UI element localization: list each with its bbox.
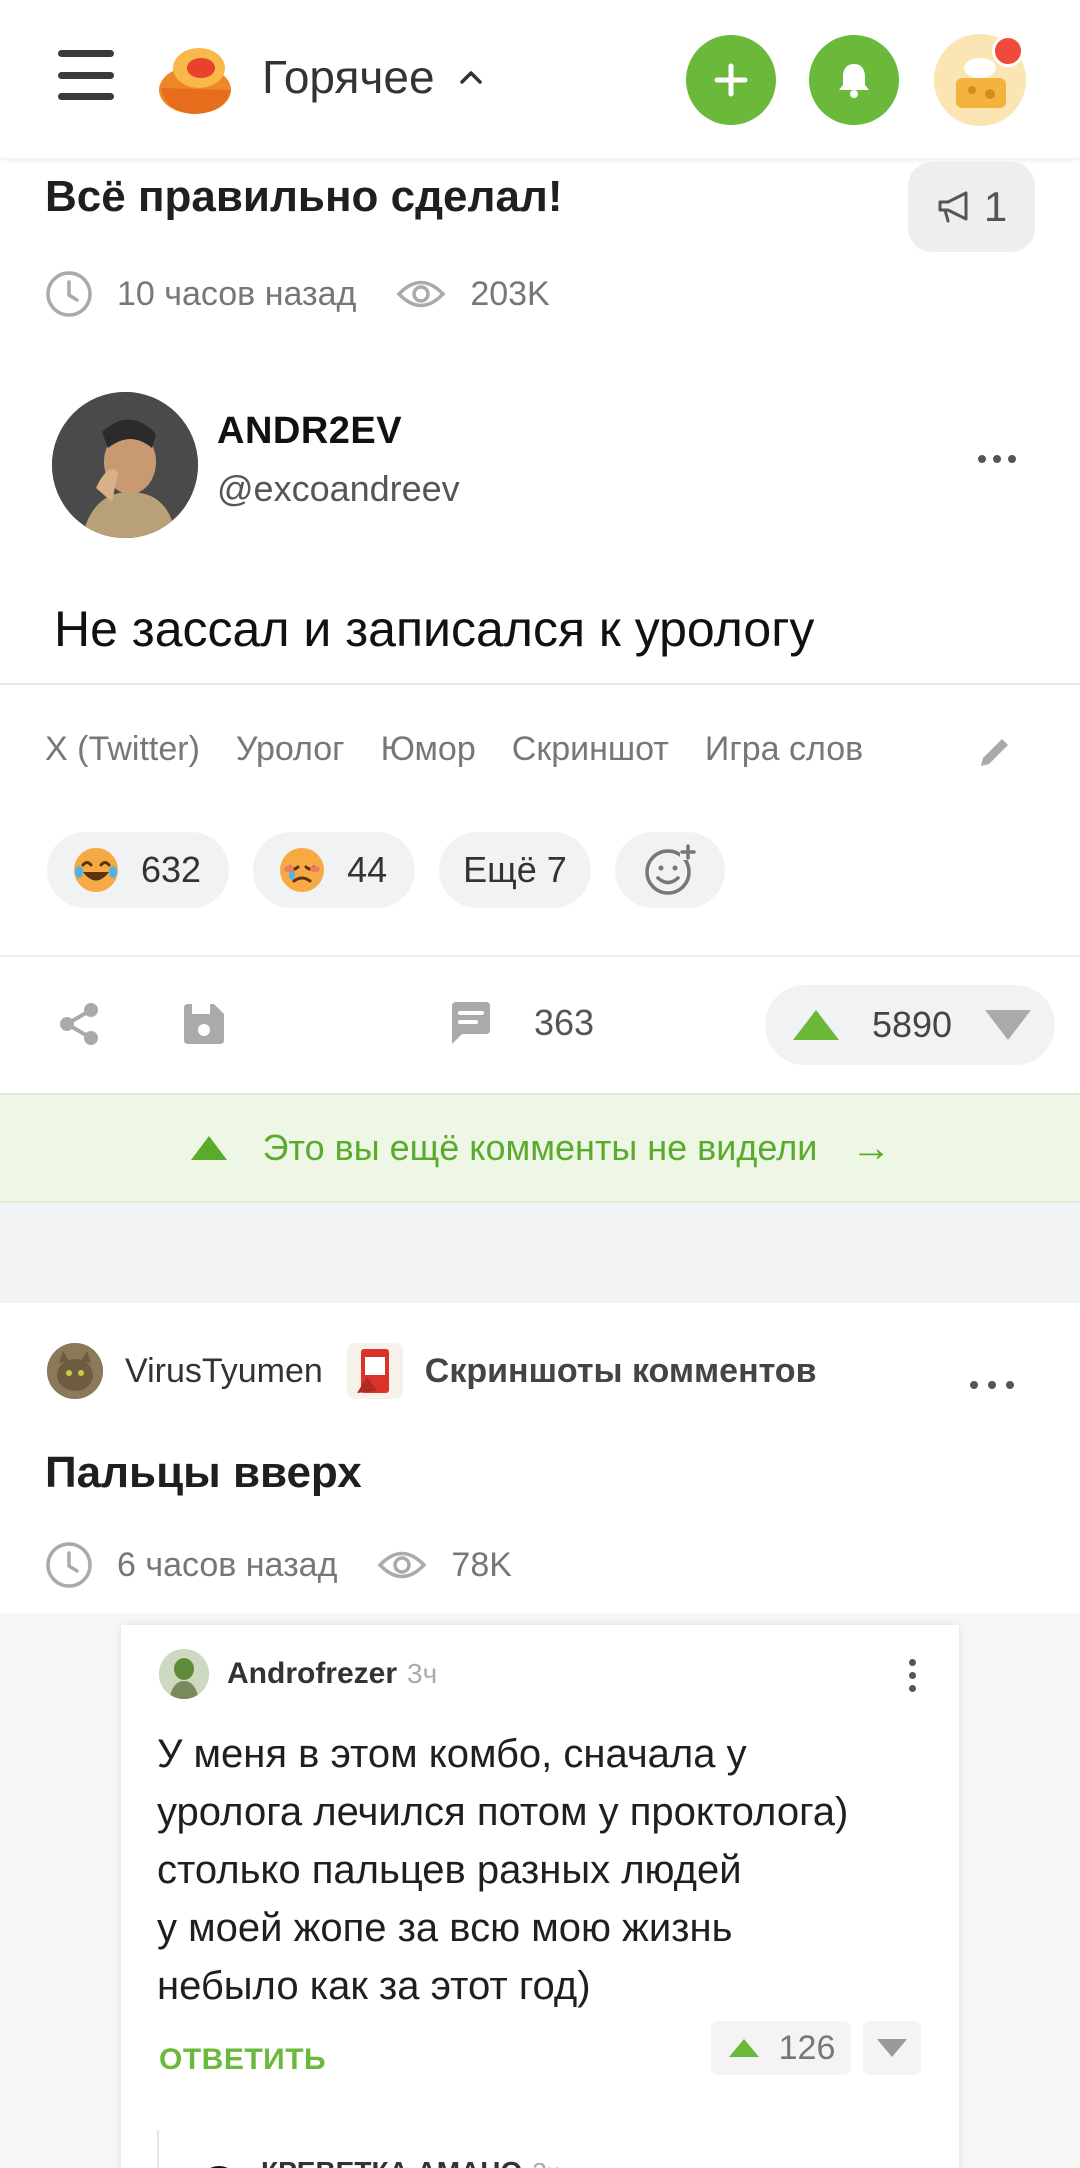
comment-downvote-icon (877, 2039, 907, 2057)
tweet-avatar-image (52, 392, 198, 538)
comment-menu-icon (909, 1659, 916, 1692)
tweet-author-name: ANDR2EV (217, 410, 403, 452)
comment-text: У меня в этом комбо, сначала у уролога л… (157, 1732, 849, 2008)
post-rating: 5890 (765, 985, 1055, 1065)
add-reaction-button[interactable] (614, 832, 725, 908)
bell-icon (839, 64, 869, 98)
comment-icon (452, 1002, 490, 1044)
reaction-laugh[interactable]: 632 (47, 832, 230, 908)
community-name[interactable]: Скриншоты комментов (425, 1352, 817, 1391)
rating-value: 5890 (871, 1004, 953, 1045)
comments-button[interactable]: 363 (448, 1000, 594, 1046)
menu-icon[interactable] (58, 50, 114, 100)
reaction-sad[interactable]: 44 (253, 832, 416, 908)
post-time: 6 часов назад (117, 1545, 338, 1584)
comment-rating-value: 126 (778, 2028, 836, 2067)
post-card: VirusTyumen Скриншоты комментов Пальцы в… (0, 1303, 1080, 2168)
community-avatar-image (346, 1343, 403, 1399)
comment-upvote-icon (728, 2039, 759, 2057)
clock-icon (46, 271, 92, 317)
laughing-emoji-icon (74, 848, 118, 892)
author-name[interactable]: VirusTyumen (125, 1352, 323, 1391)
post-views: 203K (470, 274, 550, 313)
logo-icon[interactable] (155, 40, 235, 120)
comment-screenshot-image[interactable]: Androfrezer 3ч У меня в этом комбо, снача… (121, 1625, 959, 2168)
comment-badge[interactable]: 1 (908, 162, 1035, 252)
megaphone-icon (938, 191, 968, 223)
crying-emoji-icon (280, 848, 325, 892)
comment-reply-label: ОТВЕТИТЬ (159, 2043, 327, 2076)
promo-text: Это вы ещё комменты не видели (262, 1127, 818, 1168)
post-card: Всё правильно сделал! 1 10 часов назад 2… (0, 150, 1080, 1203)
comments-count: 363 (534, 1002, 595, 1043)
reactions-row: 632 44 Ещё 7 (47, 832, 725, 908)
comment-time: 3ч (407, 1658, 438, 1689)
reaction-laugh-count: 632 (141, 849, 202, 890)
comments-promo-banner[interactable]: Это вы ещё комменты не видели → (0, 1093, 1080, 1203)
app-header: Горячее (0, 0, 1080, 158)
reaction-sad-count: 44 (347, 849, 388, 890)
post-author-row: VirusTyumen Скриншоты комментов (47, 1343, 816, 1399)
community-avatar[interactable] (346, 1343, 403, 1399)
tweet-author-handle: @excoandreev (217, 468, 460, 509)
nested-comment-time: 2ч (532, 2157, 560, 2168)
feed-selector[interactable]: Горячее (262, 50, 483, 104)
post-more-icon[interactable] (970, 1381, 1014, 1389)
nested-comment: КРЕВЕТКА.АМАНО2ч (157, 2130, 957, 2168)
plus-icon (714, 63, 748, 97)
save-icon[interactable] (180, 1000, 228, 1048)
up-triangle-icon (190, 1136, 227, 1160)
eye-icon (396, 280, 446, 308)
clock-icon (46, 1542, 92, 1588)
eye-icon (377, 1551, 427, 1579)
divider (0, 955, 1080, 957)
comment-badge-count: 1 (983, 183, 1008, 230)
add-emoji-icon (645, 844, 696, 895)
share-icon[interactable] (55, 1000, 103, 1048)
post-meta: 10 часов назад 203K (45, 270, 590, 318)
post-meta: 6 часов назад 78K (45, 1541, 552, 1589)
comment-avatar (159, 1649, 209, 1699)
upvote-icon[interactable] (791, 1008, 841, 1042)
tag[interactable]: X (Twitter) (45, 730, 200, 769)
add-post-button[interactable] (686, 35, 776, 125)
arrow-right-icon: → (851, 1125, 892, 1170)
tag[interactable]: Игра слов (705, 730, 863, 769)
comment-author: Androfrezer 3ч (227, 1657, 438, 1690)
author-avatar-image (47, 1343, 103, 1399)
notifications-button[interactable] (809, 35, 899, 125)
notification-dot (992, 35, 1024, 67)
tag[interactable]: Юмор (381, 730, 476, 769)
tweet-avatar (52, 392, 198, 538)
post-title[interactable]: Пальцы вверх (45, 1448, 362, 1498)
tag[interactable]: Скриншот (512, 730, 669, 769)
post-title[interactable]: Всё правильно сделал! (45, 172, 563, 222)
chevron-up-icon (459, 71, 482, 84)
post-time: 10 часов назад (117, 274, 357, 313)
nested-comment-author: КРЕВЕТКА.АМАНО2ч (261, 2156, 560, 2168)
tag[interactable]: Уролог (236, 730, 345, 769)
tweet-more-icon (978, 455, 1016, 463)
divider (0, 683, 1080, 685)
post-views: 78K (451, 1545, 512, 1584)
tweet-text: Не зассал и записался к урологу (54, 601, 815, 657)
feed-title: Горячее (262, 51, 435, 103)
author-avatar[interactable] (47, 1343, 103, 1399)
comment-avatar-image (159, 1649, 209, 1699)
more-reactions-button[interactable]: Ещё 7 (439, 832, 591, 908)
post-tags: X (Twitter) Уролог Юмор Скриншот Игра сл… (45, 730, 899, 769)
downvote-icon[interactable] (983, 1008, 1033, 1042)
comment-rating: 126 (711, 2021, 921, 2075)
edit-tags-icon[interactable] (975, 732, 1015, 772)
